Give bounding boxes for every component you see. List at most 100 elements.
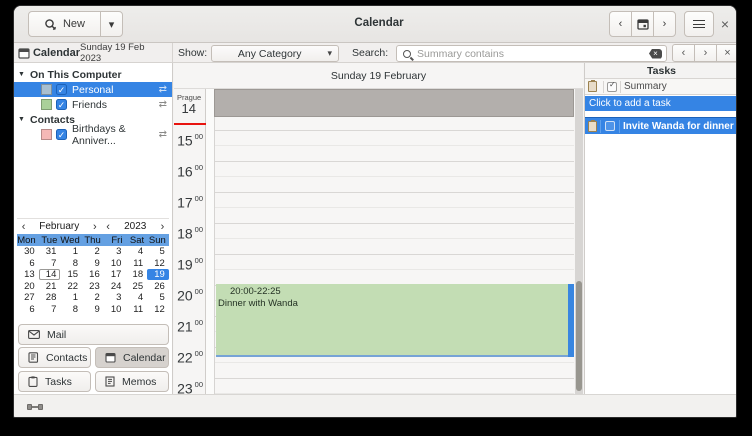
- minical-day[interactable]: 6: [17, 304, 39, 315]
- minical-day[interactable]: 1: [60, 246, 82, 257]
- switcher-contacts-button[interactable]: Contacts: [18, 347, 91, 368]
- search-next-button[interactable]: ›: [694, 44, 717, 62]
- group-label: Contacts: [30, 114, 75, 126]
- expander-icon: ▼: [18, 71, 26, 78]
- minical-day[interactable]: 8: [60, 258, 82, 269]
- checkbox-checked[interactable]: ✓: [56, 99, 67, 110]
- scrollbar-thumb[interactable]: [576, 281, 582, 391]
- minical-day[interactable]: 13: [17, 269, 39, 280]
- minical-month: February: [30, 221, 88, 232]
- sync-icon: ⇄: [159, 99, 167, 110]
- minical-day[interactable]: 10: [104, 258, 126, 269]
- search-previous-button[interactable]: ‹: [672, 44, 695, 62]
- minical-day[interactable]: 7: [39, 258, 61, 269]
- minical-day[interactable]: 3: [104, 246, 126, 257]
- minical-day[interactable]: 22: [60, 281, 82, 292]
- window-close-button[interactable]: ×: [716, 15, 734, 33]
- minical-day[interactable]: 11: [125, 258, 147, 269]
- minical-day[interactable]: 1: [60, 292, 82, 303]
- menu-button[interactable]: [684, 11, 714, 37]
- minical-day[interactable]: 17: [104, 269, 126, 280]
- chevron-left-icon: ‹: [682, 47, 686, 59]
- minical-day[interactable]: 10: [104, 304, 126, 315]
- close-icon: ×: [724, 47, 730, 59]
- switcher-label: Mail: [47, 329, 66, 341]
- task-title: Invite Wanda for dinner: [623, 121, 734, 132]
- next-button[interactable]: ›: [653, 11, 676, 37]
- switcher-mail-button[interactable]: Mail: [18, 324, 169, 345]
- new-button[interactable]: New: [28, 11, 101, 37]
- minical-day[interactable]: 24: [104, 281, 126, 292]
- minical-day[interactable]: 20: [17, 281, 39, 292]
- minical-day[interactable]: 6: [17, 258, 39, 269]
- minical-day[interactable]: 15: [60, 269, 82, 280]
- prev-month-button[interactable]: ‹: [17, 221, 30, 233]
- task-icon: [588, 121, 597, 132]
- minical-day[interactable]: 30: [17, 246, 39, 257]
- search-close-button[interactable]: ×: [716, 44, 737, 62]
- minical-day[interactable]: 2: [82, 246, 104, 257]
- current-hour-label: 14: [182, 101, 196, 116]
- minical-day[interactable]: 16: [82, 269, 104, 280]
- tasks-panel-title: Tasks: [585, 63, 737, 79]
- task-checkbox[interactable]: [605, 121, 615, 131]
- minical-day[interactable]: 4: [125, 246, 147, 257]
- sidebar-item-birthdays[interactable]: ✓ Birthdays & Anniver... ⇄: [14, 127, 172, 142]
- search-label: Search:: [352, 47, 388, 59]
- minical-day[interactable]: 31: [39, 246, 61, 257]
- minical-day[interactable]: 2: [82, 292, 104, 303]
- day-grid[interactable]: 20:00-22:25 Dinner with Wanda: [214, 117, 574, 394]
- minical-day[interactable]: 12: [147, 304, 169, 315]
- day-view-header[interactable]: Sunday 19 February: [174, 63, 583, 89]
- minical-day[interactable]: 23: [82, 281, 104, 292]
- sidebar-item-friends[interactable]: ✓ Friends ⇄: [14, 97, 172, 112]
- switcher-label: Memos: [122, 376, 156, 388]
- minical-day[interactable]: 25: [125, 281, 147, 292]
- minical-day[interactable]: 27: [17, 292, 39, 303]
- switcher-memos-button[interactable]: Memos: [95, 371, 169, 392]
- minical-day-today[interactable]: 14: [39, 269, 61, 280]
- mail-icon: [28, 330, 40, 339]
- checkbox-checked[interactable]: ✓: [56, 129, 67, 140]
- next-month-button[interactable]: ›: [88, 221, 101, 233]
- minical-day[interactable]: 9: [82, 258, 104, 269]
- minical-day[interactable]: 21: [39, 281, 61, 292]
- search-icon: [403, 50, 411, 58]
- sidebar-item-personal[interactable]: ✓ Personal ⇄: [14, 82, 172, 97]
- minical-day[interactable]: 4: [125, 292, 147, 303]
- minical-day[interactable]: 28: [39, 292, 61, 303]
- sidebar-group-on-this-computer[interactable]: ▼ On This Computer: [14, 67, 172, 82]
- today-button[interactable]: [631, 11, 654, 37]
- search-box: ×: [396, 45, 667, 62]
- status-bar: [14, 394, 736, 418]
- new-dropdown-button[interactable]: ▾: [100, 11, 123, 37]
- switcher-tasks-button[interactable]: Tasks: [18, 371, 91, 392]
- minical-day[interactable]: 9: [82, 304, 104, 315]
- minical-day[interactable]: 18: [125, 269, 147, 280]
- day-view-scrollbar[interactable]: [575, 89, 583, 394]
- evolution-window: New ▾ Calendar ‹ ›: [13, 5, 737, 418]
- calendar-color-swatch: [41, 84, 52, 95]
- clear-search-icon[interactable]: ×: [649, 49, 662, 59]
- show-label: Show:: [178, 47, 207, 59]
- add-task-row[interactable]: Click to add a task: [585, 96, 737, 111]
- minical-day[interactable]: 8: [60, 304, 82, 315]
- minical-day[interactable]: 11: [125, 304, 147, 315]
- prev-year-button[interactable]: ‹: [101, 221, 114, 233]
- time-gutter: Prague 14 1500 1600 1700 1800 1900 2000 …: [174, 89, 206, 394]
- category-filter-dropdown[interactable]: Any Category ▾: [211, 45, 339, 62]
- previous-button[interactable]: ‹: [609, 11, 632, 37]
- all-day-row[interactable]: [214, 89, 574, 117]
- tasks-panel: Tasks ✓ Summary Click to add a task Invi…: [584, 63, 737, 394]
- task-row-selected[interactable]: Invite Wanda for dinner: [585, 117, 737, 134]
- online-status-icon[interactable]: [27, 404, 43, 410]
- new-icon: [44, 18, 57, 31]
- minical-day[interactable]: 3: [104, 292, 126, 303]
- event-dinner-with-wanda[interactable]: 20:00-22:25 Dinner with Wanda: [216, 284, 574, 357]
- search-input[interactable]: [415, 47, 649, 61]
- minical-day[interactable]: 7: [39, 304, 61, 315]
- switcher-calendar-button[interactable]: Calendar: [95, 347, 169, 368]
- tasks-column-header[interactable]: ✓ Summary: [585, 79, 737, 95]
- current-date-label: Sunday 19 Feb 2023: [80, 42, 168, 64]
- checkbox-checked[interactable]: ✓: [56, 84, 67, 95]
